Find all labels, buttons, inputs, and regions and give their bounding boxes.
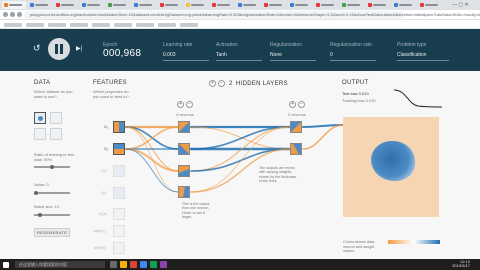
training-loss: Training loss 0.010: [342, 98, 376, 103]
clock-date: 2019/5/17: [452, 263, 470, 268]
color-scale-bar: [388, 240, 440, 244]
chrome-icon[interactable]: [130, 261, 137, 268]
output-title: OUTPUT: [342, 80, 369, 86]
output-decision-plot[interactable]: [343, 117, 439, 217]
test-loss: Test loss 0.010: [342, 91, 369, 96]
layer1-neuron-4[interactable]: [178, 186, 190, 198]
taskbar-app-icon[interactable]: [140, 261, 147, 268]
weights-note: The outputs are mixed with varying weigh…: [259, 166, 297, 184]
loss-curve: [393, 89, 443, 108]
taskbar-app-icon[interactable]: [160, 261, 167, 268]
neuron-output-note: This is the output from one neuron. Hove…: [182, 202, 210, 220]
task-view-icon[interactable]: [110, 261, 117, 268]
decision-region: [371, 141, 415, 181]
layer1-neuron-1[interactable]: [178, 121, 190, 133]
taskbar-app-icon[interactable]: [150, 261, 157, 268]
taskbar-clock[interactable]: 12:12 2019/5/17: [452, 260, 470, 268]
layer1-neuron-2[interactable]: [178, 143, 190, 155]
layer1-neuron-3[interactable]: [178, 165, 190, 177]
windows-taskbar: 在这里输入你要搜索的内容 12:12 2019/5/17: [0, 259, 480, 270]
taskbar-search-placeholder: 在这里输入你要搜索的内容: [19, 262, 67, 267]
layer2-neuron-2[interactable]: [290, 143, 302, 155]
taskbar-search-box[interactable]: 在这里输入你要搜索的内容: [15, 261, 105, 268]
color-legend-text: Colors shows data, neuron and weight val…: [343, 240, 376, 254]
windows-start-icon[interactable]: [3, 261, 9, 268]
layer2-neuron-1[interactable]: [290, 121, 302, 133]
file-explorer-icon[interactable]: [120, 261, 127, 268]
